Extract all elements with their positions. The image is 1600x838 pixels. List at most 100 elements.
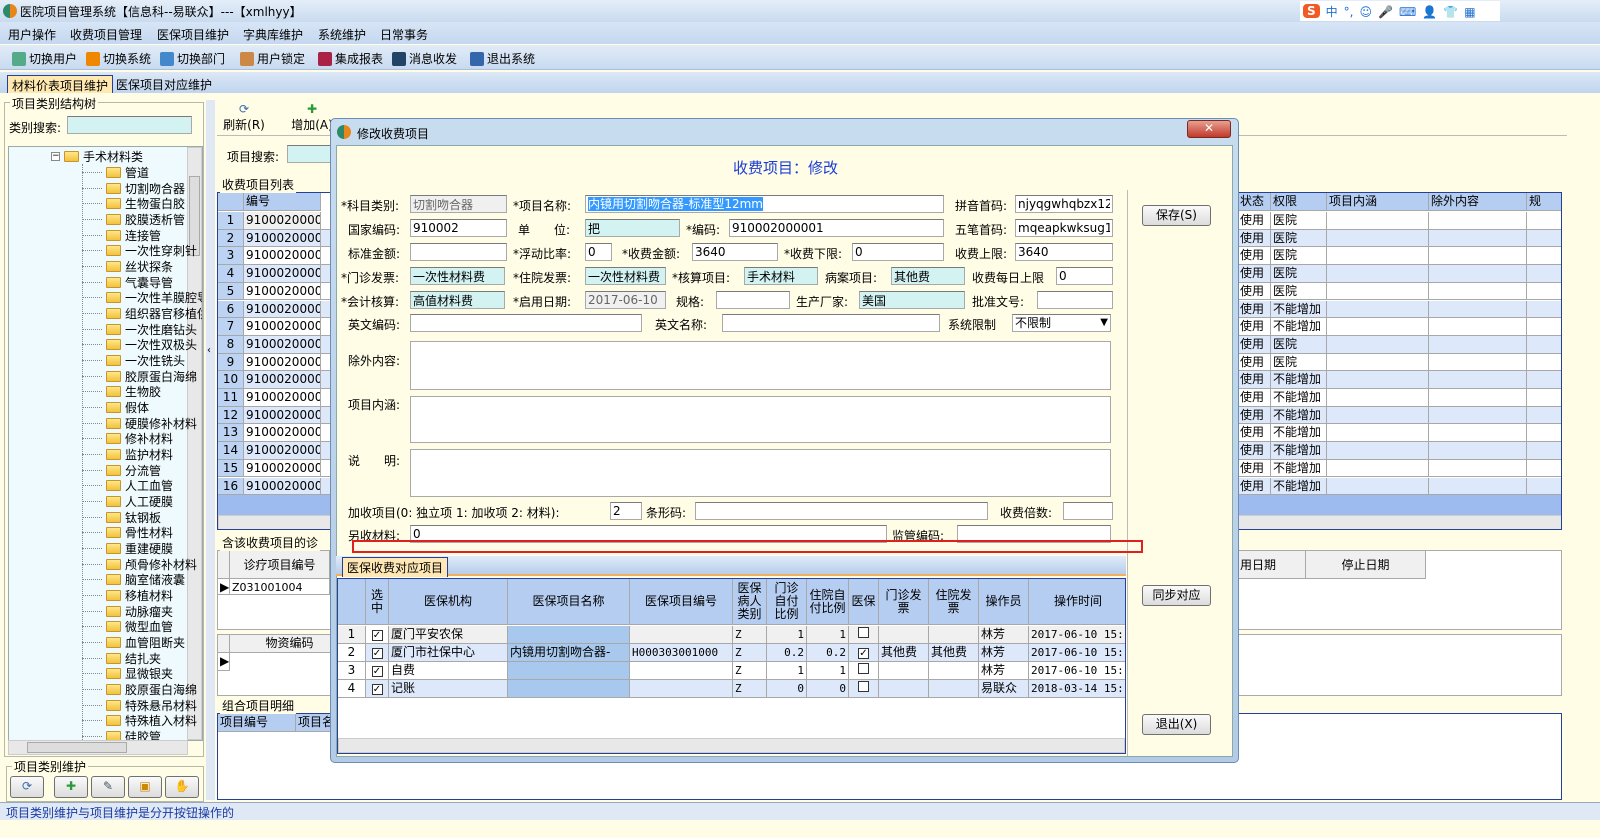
- row-spec[interactable]: [1527, 229, 1561, 248]
- tree-item[interactable]: 特殊植入材料: [82, 712, 197, 729]
- field-std[interactable]: [410, 243, 507, 261]
- row-content[interactable]: [1327, 300, 1429, 319]
- tree-item[interactable]: 骨性材料: [82, 524, 173, 541]
- row-spec[interactable]: [1527, 424, 1561, 443]
- category-stop-button[interactable]: ✋: [165, 776, 199, 798]
- chevron-down-icon[interactable]: ▼: [1100, 315, 1108, 331]
- cell-checked[interactable]: ✓: [366, 662, 389, 680]
- tree-item[interactable]: 一次性穿刺针: [82, 242, 197, 259]
- checkbox-checked[interactable]: ✓: [371, 684, 383, 695]
- row-perm[interactable]: 不能增加: [1271, 442, 1327, 460]
- row-exclude[interactable]: [1429, 318, 1527, 336]
- tree-item[interactable]: 生物蛋白胶: [82, 195, 185, 212]
- row-code[interactable]: 91000200000: [244, 247, 321, 266]
- field-sys-limit-select[interactable]: 不限制 ▼: [1012, 314, 1111, 332]
- row-code[interactable]: 91000200000: [244, 300, 321, 319]
- cell-yb[interactable]: [849, 680, 879, 698]
- tree-vscroll[interactable]: [187, 147, 202, 740]
- row-status[interactable]: 使用: [1238, 265, 1271, 283]
- row-status[interactable]: 使用: [1238, 212, 1271, 230]
- row-spec[interactable]: [1527, 459, 1561, 478]
- ime-item-6[interactable]: 👕: [1443, 5, 1458, 19]
- row-status[interactable]: 使用: [1238, 282, 1271, 301]
- row-spec[interactable]: [1527, 265, 1561, 283]
- row-perm[interactable]: 不能增加: [1271, 459, 1327, 478]
- category-add-button[interactable]: ✚: [54, 776, 88, 798]
- row-exclude[interactable]: [1429, 406, 1527, 425]
- tree-item[interactable]: 显微银夹: [82, 665, 173, 682]
- row-perm[interactable]: 不能增加: [1271, 477, 1327, 496]
- field-en_name[interactable]: [722, 314, 940, 332]
- menu-item[interactable]: 用户操作: [8, 26, 56, 43]
- tree-item[interactable]: 监护材料: [82, 446, 173, 463]
- tab-insurance-mapping[interactable]: 医保项目对应维护: [112, 75, 216, 93]
- checkbox-unchecked[interactable]: [858, 663, 869, 674]
- mapping-grid-hscroll[interactable]: [338, 738, 1125, 753]
- row-content[interactable]: [1327, 477, 1429, 496]
- row-perm[interactable]: 不能增加: [1271, 300, 1327, 319]
- row-perm[interactable]: 医院: [1271, 353, 1327, 372]
- field-exclude[interactable]: [410, 341, 1111, 390]
- field-float[interactable]: [585, 243, 612, 261]
- tree-item[interactable]: 动脉瘤夹: [82, 603, 173, 620]
- row-content[interactable]: [1327, 353, 1429, 372]
- tree-item[interactable]: 胶原蛋白海绵: [82, 368, 197, 385]
- row-content[interactable]: [1327, 371, 1429, 389]
- tree-item[interactable]: 分流管: [82, 462, 161, 479]
- tree-item[interactable]: 血管阻断夹: [82, 634, 185, 651]
- field-subject[interactable]: [410, 195, 507, 213]
- row-status[interactable]: 使用: [1238, 477, 1271, 496]
- tree-item[interactable]: 切割吻合器: [82, 180, 185, 197]
- row-code[interactable]: 91000200000: [244, 265, 321, 283]
- tree-item[interactable]: 颅骨修补材料: [82, 556, 197, 573]
- tree-hscroll[interactable]: [8, 740, 188, 755]
- toolbar-switch-dept-button[interactable]: 切换部门: [160, 50, 225, 67]
- toolbar-user-lock-button[interactable]: 用户锁定: [240, 50, 305, 67]
- row-status[interactable]: 使用: [1238, 229, 1271, 248]
- row-code[interactable]: 91000200001: [244, 459, 321, 478]
- row-content[interactable]: [1327, 459, 1429, 478]
- row-code[interactable]: 91000200000: [244, 212, 321, 230]
- row-perm[interactable]: 医院: [1271, 265, 1327, 283]
- save-button[interactable]: 保存(S): [1142, 205, 1211, 226]
- row-status[interactable]: 使用: [1238, 247, 1271, 266]
- tree-item[interactable]: 管道: [82, 164, 149, 181]
- tree-root[interactable]: − 手术材料类: [51, 148, 143, 165]
- tree-item[interactable]: 钛钢板: [82, 509, 161, 526]
- row-spec[interactable]: [1527, 300, 1561, 319]
- ime-item-2[interactable]: ☺: [1360, 5, 1373, 19]
- row-exclude[interactable]: [1429, 282, 1527, 301]
- row-status[interactable]: 使用: [1238, 459, 1271, 478]
- row-spec[interactable]: [1527, 335, 1561, 354]
- ime-item-4[interactable]: ⌨: [1399, 5, 1416, 19]
- menu-item[interactable]: 字典库维护: [243, 26, 303, 43]
- row-spec[interactable]: [1527, 389, 1561, 407]
- row-content[interactable]: [1327, 265, 1429, 283]
- row-status[interactable]: 使用: [1238, 442, 1271, 460]
- ime-item-3[interactable]: 🎤: [1378, 5, 1393, 19]
- row-exclude[interactable]: [1429, 459, 1527, 478]
- tree-item[interactable]: 特殊悬吊材料: [82, 697, 197, 714]
- tree-item[interactable]: 微型血管: [82, 618, 173, 635]
- toolbar-report-button[interactable]: 集成报表: [318, 50, 383, 67]
- tree-item[interactable]: 一次性双极头: [82, 336, 197, 353]
- row-code[interactable]: 91000200001: [244, 442, 321, 460]
- tree-item[interactable]: 人工血管: [82, 477, 173, 494]
- cell-checked[interactable]: ✓: [366, 626, 389, 644]
- tree-item[interactable]: 硬膜修补材料: [82, 415, 197, 432]
- ime-item-7[interactable]: ▦: [1464, 5, 1475, 19]
- tree-item[interactable]: 胶膜透析管: [82, 211, 185, 228]
- checkbox-checked[interactable]: ✓: [858, 648, 869, 659]
- row-spec[interactable]: [1527, 406, 1561, 425]
- tree-item[interactable]: 胶原蛋白海绵: [82, 681, 197, 698]
- chevron-left-icon[interactable]: ‹: [207, 345, 211, 356]
- scroll-thumb[interactable]: [27, 742, 127, 753]
- field-multiple[interactable]: [1063, 502, 1113, 520]
- field-lower[interactable]: [852, 243, 944, 261]
- tree-item[interactable]: 人工硬膜: [82, 493, 173, 510]
- row-content[interactable]: [1327, 318, 1429, 336]
- row-status[interactable]: 使用: [1238, 318, 1271, 336]
- field-spec[interactable]: [716, 291, 790, 309]
- checkbox-unchecked[interactable]: [858, 627, 869, 638]
- menu-item[interactable]: 系统维护: [318, 26, 366, 43]
